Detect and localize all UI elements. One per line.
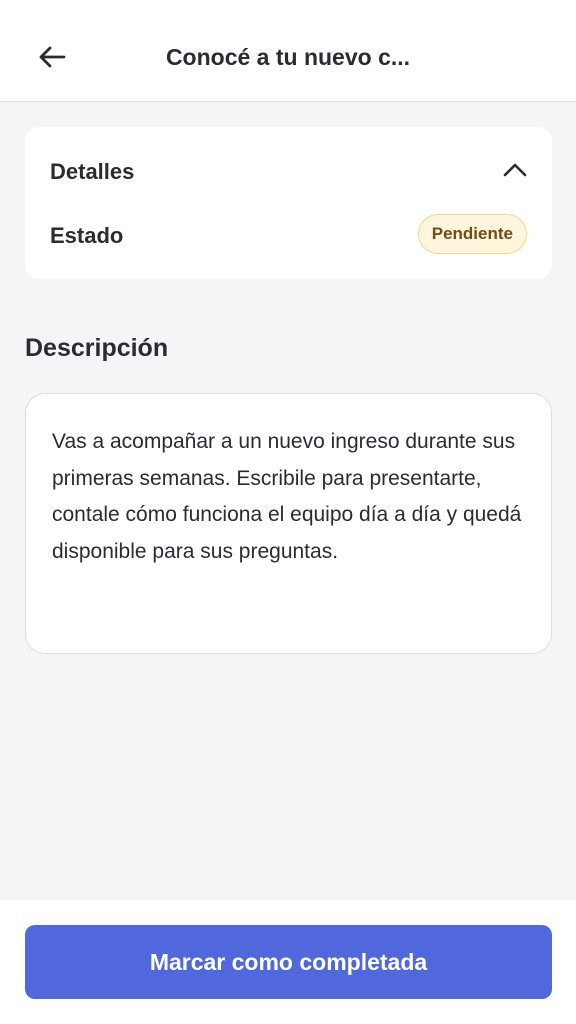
details-card: Detalles Estado Pendiente <box>25 127 552 279</box>
mark-complete-button[interactable]: Marcar como completada <box>25 925 552 999</box>
status-badge: Pendiente <box>417 214 527 254</box>
details-label: Detalles <box>50 159 135 184</box>
chevron-up-icon <box>503 163 527 182</box>
task-detail-screen: Conocé a tu nuevo c... Detalles Estado P… <box>0 0 576 1024</box>
description-box: Vas a acompañar a un nuevo ingreso duran… <box>25 393 552 654</box>
top-bar: Conocé a tu nuevo c... <box>0 0 576 102</box>
arrow-left-icon <box>38 45 66 74</box>
status-label: Estado <box>50 223 124 248</box>
page-title: Conocé a tu nuevo c... <box>165 44 411 70</box>
bottom-action-bar: Marcar como completada <box>0 900 576 1024</box>
back-button[interactable] <box>30 37 74 81</box>
details-collapse-toggle[interactable] <box>498 155 532 189</box>
description-heading: Descripción <box>25 334 169 362</box>
description-text: Vas a acompañar a un nuevo ingreso duran… <box>52 430 522 563</box>
